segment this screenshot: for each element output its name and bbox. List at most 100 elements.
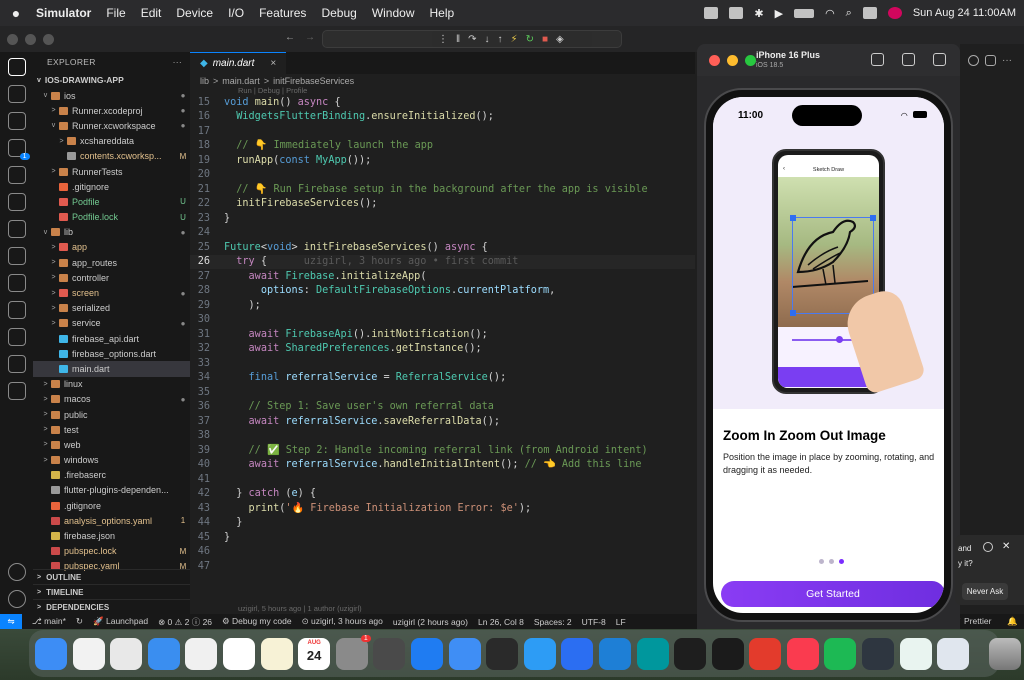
code-line[interactable]: 33 bbox=[190, 356, 695, 371]
activity-monitor-icon[interactable] bbox=[711, 637, 744, 670]
extensions-icon[interactable] bbox=[7, 166, 26, 184]
rotate-icon[interactable] bbox=[933, 53, 946, 66]
app-store-connect-icon[interactable] bbox=[561, 637, 594, 670]
zoom-window-icon[interactable] bbox=[43, 33, 54, 45]
play-status-icon[interactable]: ▶ bbox=[775, 7, 783, 20]
chatgpt-icon[interactable] bbox=[899, 637, 932, 670]
code-line[interactable]: 46 bbox=[190, 545, 695, 560]
tree-folder[interactable]: > test bbox=[33, 422, 190, 437]
tree-folder[interactable]: v Runner.xcworkspace ● bbox=[33, 118, 190, 133]
tree-folder[interactable]: > Runner.xcodeproj ● bbox=[33, 103, 190, 118]
drag-handle-icon[interactable]: ⋮ bbox=[438, 34, 448, 45]
code-line[interactable]: 19 runApp(const MyApp()); bbox=[190, 153, 695, 168]
photos-icon[interactable] bbox=[222, 637, 255, 670]
never-ask-button[interactable]: Never Ask bbox=[962, 583, 1008, 600]
sync-icon[interactable]: ↻ bbox=[76, 616, 83, 627]
forward-arrow-icon[interactable]: → bbox=[305, 32, 315, 43]
calendar-icon[interactable]: AUG 24 bbox=[298, 637, 331, 670]
code-line[interactable]: 15 void main() async { bbox=[190, 95, 695, 110]
launchpad-icon[interactable] bbox=[110, 637, 143, 670]
gear-icon[interactable] bbox=[7, 590, 26, 608]
arduino-icon[interactable] bbox=[636, 637, 669, 670]
siri-icon[interactable] bbox=[887, 7, 902, 19]
explorer-root-folder[interactable]: v IOS-DRAWING-APP bbox=[33, 72, 190, 88]
menu-file[interactable]: File bbox=[106, 6, 125, 20]
dependencies-section[interactable]: > DEPENDENCIES bbox=[33, 599, 190, 614]
grid-status-icon[interactable] bbox=[729, 7, 744, 19]
reminders-icon[interactable] bbox=[72, 637, 105, 670]
code-line[interactable]: 25 Future<void> initFirebaseServices() as… bbox=[190, 240, 695, 255]
tree-file[interactable]: .gitignore bbox=[33, 498, 190, 513]
source-control-icon[interactable] bbox=[7, 112, 26, 130]
tree-file[interactable]: pubspec.lock M bbox=[33, 544, 190, 559]
close-icon[interactable]: ✕ bbox=[1002, 541, 1010, 552]
menu-debug[interactable]: Debug bbox=[321, 6, 356, 20]
tree-folder[interactable]: > screen ● bbox=[33, 285, 190, 300]
code-line[interactable]: 29 ); bbox=[190, 298, 695, 313]
get-started-button[interactable]: Get Started bbox=[721, 581, 944, 607]
home-icon[interactable] bbox=[871, 53, 884, 66]
code-line[interactable]: 31 await FirebaseApi().initNotification(… bbox=[190, 327, 695, 342]
code-line[interactable]: 18 // 👇 Immediately launch the app bbox=[190, 139, 695, 154]
testflight-icon[interactable] bbox=[523, 637, 556, 670]
cursor-position[interactable]: Ln 26, Col 8 bbox=[478, 617, 524, 627]
android-studio-icon[interactable] bbox=[862, 637, 895, 670]
step-over-icon[interactable]: ↷ bbox=[468, 34, 476, 45]
spotify-icon[interactable] bbox=[824, 637, 857, 670]
bluetooth-icon[interactable]: ✱ bbox=[754, 7, 763, 20]
battery-icon[interactable] bbox=[794, 8, 815, 18]
blame-indicator[interactable]: ⊙ uzigirl, 3 hours ago bbox=[302, 616, 383, 627]
vscode-icon[interactable] bbox=[598, 637, 631, 670]
wifi-icon[interactable]: ◠ bbox=[825, 7, 835, 20]
code-line[interactable]: 30 bbox=[190, 313, 695, 328]
pen-icon[interactable] bbox=[7, 274, 26, 292]
code-line[interactable]: 32 await SharedPreferences.getInstance()… bbox=[190, 342, 695, 357]
tree-folder[interactable]: > public bbox=[33, 407, 190, 422]
breadcrumb-symbol[interactable]: initFirebaseServices bbox=[273, 76, 354, 86]
problems-indicator[interactable]: ⊗ 0 ⚠ 2 ⓘ 26 bbox=[158, 616, 212, 628]
step-into-icon[interactable]: ↓ bbox=[485, 34, 490, 45]
xcode-icon[interactable] bbox=[448, 637, 481, 670]
breadcrumb-file[interactable]: main.dart bbox=[222, 76, 260, 86]
pause-icon[interactable]: ‖ bbox=[456, 34, 460, 45]
simulator-app-icon[interactable] bbox=[373, 637, 406, 670]
menu-device[interactable]: Device bbox=[176, 6, 213, 20]
account-icon[interactable] bbox=[7, 563, 26, 581]
page-dot-active[interactable] bbox=[839, 559, 844, 564]
code-line[interactable]: 37 await referralService.saveReferralDat… bbox=[190, 414, 695, 429]
zoom-window-icon[interactable] bbox=[745, 54, 756, 66]
tree-folder[interactable]: > app_routes bbox=[33, 255, 190, 270]
page-dot[interactable] bbox=[819, 559, 824, 564]
tree-folder[interactable]: > RunnerTests bbox=[33, 164, 190, 179]
tree-folder[interactable]: > xcshareddata bbox=[33, 134, 190, 149]
code-line[interactable]: 34 final referralService = ReferralServi… bbox=[190, 371, 695, 386]
app-screen[interactable]: ‹ Sketch Draw 11:00 ◠ Zoom In Zoom Out I… bbox=[713, 97, 944, 613]
restart-icon[interactable]: ↻ bbox=[526, 34, 534, 45]
tree-folder[interactable]: > web bbox=[33, 437, 190, 452]
code-line[interactable]: 24 bbox=[190, 226, 695, 241]
screenshot-icon[interactable] bbox=[902, 53, 915, 66]
code-line[interactable]: 36 // Step 1: Save user's own referral d… bbox=[190, 400, 695, 415]
menu-app-name[interactable]: Simulator bbox=[36, 6, 91, 20]
music-icon[interactable] bbox=[786, 637, 819, 670]
chrome-icon[interactable] bbox=[185, 637, 218, 670]
minimize-window-icon[interactable] bbox=[727, 54, 738, 66]
code-line[interactable]: 47 bbox=[190, 559, 695, 574]
code-line[interactable]: 17 bbox=[190, 124, 695, 139]
gear-icon[interactable] bbox=[983, 542, 993, 552]
code-line[interactable]: 26 try { uzigirl, 3 hours ago • first co… bbox=[190, 254, 695, 269]
terminal-icon[interactable] bbox=[674, 637, 707, 670]
encoding-indicator[interactable]: UTF-8 bbox=[582, 617, 606, 627]
tree-file[interactable]: analysis_options.yaml 1 bbox=[33, 513, 190, 528]
devtools-icon[interactable]: ◈ bbox=[556, 34, 564, 45]
preview-icon[interactable] bbox=[937, 637, 970, 670]
apple-logo-icon[interactable]: ● bbox=[8, 5, 24, 21]
menu-features[interactable]: Features bbox=[259, 6, 306, 20]
safari-icon[interactable] bbox=[147, 637, 180, 670]
menu-window[interactable]: Window bbox=[372, 6, 415, 20]
prettier-indicator[interactable]: ✓ Prettier bbox=[955, 616, 992, 627]
code-line[interactable]: 16 WidgetsFlutterBinding.ensureInitializ… bbox=[190, 110, 695, 125]
code-line[interactable]: 39 // ✅ Step 2: Handle incoming referral… bbox=[190, 443, 695, 458]
code-line[interactable]: 20 bbox=[190, 168, 695, 183]
search-icon[interactable] bbox=[7, 85, 26, 103]
